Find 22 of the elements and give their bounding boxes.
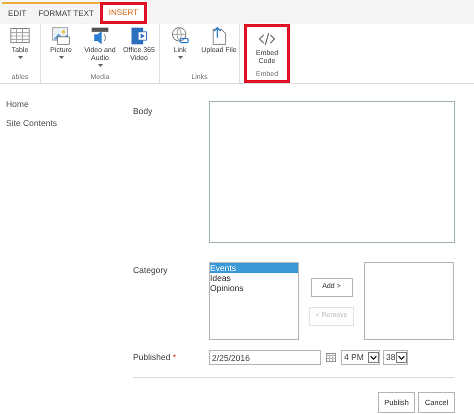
- list-option[interactable]: Ideas: [210, 273, 298, 283]
- caret-icon: [58, 56, 64, 59]
- film-speaker-icon: [90, 26, 110, 46]
- body-editor[interactable]: [209, 101, 455, 243]
- caret-icon: [18, 56, 22, 59]
- chevron-down-icon: [396, 352, 407, 363]
- field-label: Category: [133, 264, 168, 277]
- caret-icon: [178, 56, 182, 59]
- field-label: Published *: [133, 351, 178, 364]
- category-list[interactable]: Events Ideas Opinions: [209, 262, 299, 340]
- minute-select[interactable]: 38: [383, 350, 408, 365]
- caret-icon: [98, 64, 102, 67]
- nav-link[interactable]: Site Contents: [6, 116, 133, 130]
- field-label: Body: [133, 105, 154, 118]
- calendar-icon[interactable]: [326, 353, 336, 362]
- selected-list[interactable]: [364, 262, 454, 340]
- date-field[interactable]: 2/25/2016: [209, 350, 321, 365]
- globe-link-icon: [170, 26, 190, 46]
- hour-select[interactable]: 4 PM: [341, 350, 380, 365]
- list-option[interactable]: Opinions: [210, 283, 298, 293]
- chevron-down-icon: [368, 352, 379, 363]
- nav-link[interactable]: Home: [6, 98, 133, 111]
